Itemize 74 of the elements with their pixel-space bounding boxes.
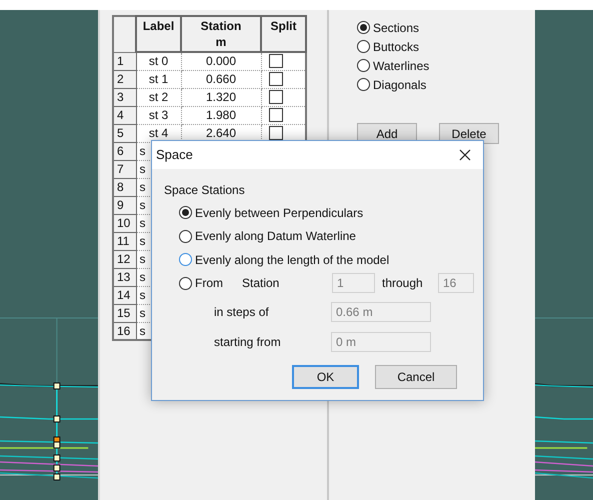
table-cell: s: [140, 287, 146, 303]
table-cell: s: [140, 161, 146, 177]
radio-button[interactable]: [179, 206, 192, 220]
option-label[interactable]: Evenly along Datum Waterline: [195, 227, 356, 246]
row-header[interactable]: 11: [113, 232, 136, 250]
through-label: through: [382, 275, 424, 292]
table-cell: s: [140, 197, 146, 213]
checkbox[interactable]: [268, 54, 282, 68]
row-header[interactable]: 7: [113, 160, 136, 178]
row-header[interactable]: 15: [113, 304, 136, 322]
radio-label[interactable]: Waterlines: [373, 56, 430, 74]
table-cell: st 1: [148, 72, 168, 86]
table-cell: 0.000: [181, 52, 261, 70]
table-cell: 0.660: [181, 70, 261, 88]
cancel-button[interactable]: Cancel: [375, 365, 457, 389]
table-cell: st 3: [148, 108, 168, 122]
row-header[interactable]: 3: [113, 88, 136, 106]
radio-button[interactable]: [357, 21, 370, 34]
radio-label[interactable]: Diagonals: [373, 76, 426, 94]
table-cell: s: [140, 305, 146, 321]
table-cell: s: [140, 143, 146, 159]
unit-label: m: [216, 35, 226, 49]
table-cell: st 4: [148, 126, 168, 140]
radio-label[interactable]: Buttocks: [373, 38, 420, 56]
dialog-title: Space: [156, 146, 193, 164]
table-cell: st 0: [148, 54, 168, 68]
table-cell: s: [140, 215, 146, 231]
row-header[interactable]: 16: [113, 322, 136, 340]
table-cell: st 2: [148, 90, 168, 104]
checkbox[interactable]: [268, 126, 282, 140]
radio-button[interactable]: [179, 276, 192, 290]
steps-label: in steps of: [214, 304, 270, 321]
column-header: Split: [261, 16, 306, 52]
row-header[interactable]: 6: [113, 142, 136, 160]
row-header[interactable]: 4: [113, 106, 136, 124]
option-label[interactable]: Evenly along the length of the model: [195, 250, 390, 269]
radio-label[interactable]: Sections: [373, 18, 420, 36]
table-cell: s: [140, 269, 146, 285]
row-header[interactable]: 5: [113, 124, 136, 142]
column-header: Label: [136, 16, 181, 52]
checkbox[interactable]: [268, 108, 282, 122]
option-label[interactable]: Evenly between Perpendiculars: [195, 204, 364, 222]
row-header[interactable]: 13: [113, 268, 136, 286]
checkbox[interactable]: [268, 90, 282, 104]
row-header[interactable]: 10: [113, 214, 136, 232]
option-label[interactable]: From: [195, 274, 223, 292]
table-cell: 1.980: [181, 106, 261, 124]
table-cell: 1.320: [181, 88, 261, 106]
radio-button[interactable]: [179, 230, 192, 243]
table-cell: s: [140, 179, 146, 195]
station-label: Station: [242, 275, 280, 292]
radio-button[interactable]: [357, 59, 370, 72]
station-from-field[interactable]: 1: [332, 273, 375, 294]
radio-button[interactable]: [357, 40, 370, 53]
ok-button[interactable]: OK: [292, 365, 359, 389]
station-to-field[interactable]: 16: [438, 273, 474, 294]
table-cell: s: [140, 233, 146, 249]
close-icon[interactable]: [459, 149, 471, 161]
row-header[interactable]: 8: [113, 178, 136, 196]
row-header[interactable]: 14: [113, 286, 136, 304]
radio-button[interactable]: [179, 253, 192, 266]
start-label: starting from: [214, 334, 282, 351]
table-cell: s: [140, 251, 146, 267]
row-header[interactable]: 1: [113, 52, 136, 70]
group-label: Space Stations: [164, 182, 246, 197]
column-header: Station m: [181, 16, 261, 52]
row-header[interactable]: 12: [113, 250, 136, 268]
start-field[interactable]: 0 m: [331, 332, 431, 352]
checkbox[interactable]: [268, 72, 282, 86]
row-header[interactable]: 2: [113, 70, 136, 88]
steps-field[interactable]: 0.66 m: [331, 302, 431, 322]
radio-button[interactable]: [357, 78, 370, 91]
row-header[interactable]: 9: [113, 196, 136, 214]
table-cell: s: [140, 322, 146, 339]
